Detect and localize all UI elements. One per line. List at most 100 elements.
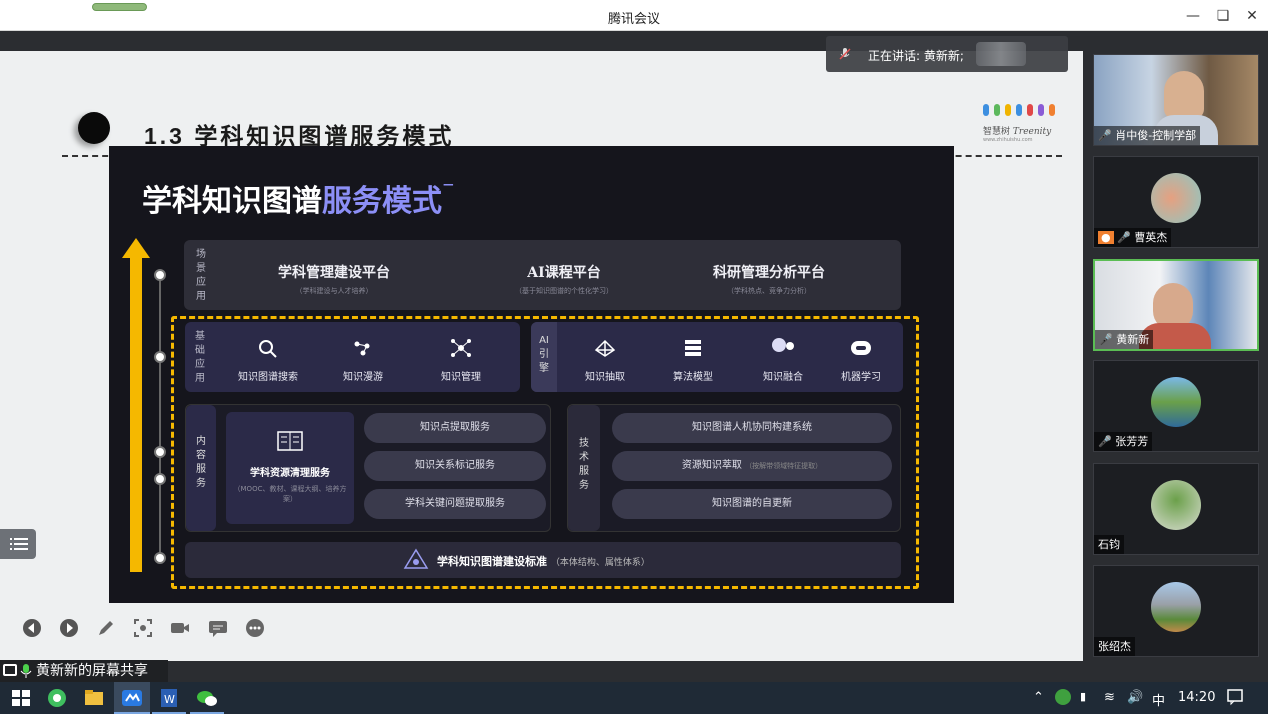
content-pill-2: 知识关系标记服务	[364, 451, 546, 481]
content-service-panel: 内容服务 学科资源清理服务 （MOOC、教材、课程大纲、培养方案） 知识点提取服…	[185, 404, 551, 532]
taskbar: W ⌃ ▮ ≋ 🔊 中 14:20	[0, 682, 1268, 714]
scenario-title-3: 科研管理分析平台	[713, 265, 825, 281]
minimize-button[interactable]: —	[1183, 6, 1203, 26]
extract-icon	[594, 339, 616, 357]
participant-tile[interactable]: 🎤 肖中俊-控制学部	[1093, 54, 1259, 146]
clock[interactable]: 14:20	[1178, 690, 1215, 705]
scenario-sub-2: （基于知识图谱的个性化学习）	[515, 287, 613, 295]
restore-button[interactable]: ❏	[1213, 6, 1233, 26]
wechat-icon[interactable]	[194, 686, 220, 710]
scenario-label: 场景应用	[196, 249, 206, 302]
scenario-title-2: AI课程平台	[527, 265, 601, 281]
more-icon[interactable]	[245, 618, 265, 638]
avatar	[1151, 173, 1201, 223]
diagram-title: 学科知识图谱服务模式⁻	[142, 174, 455, 219]
participant-tile-active[interactable]: 🎤 黄新新	[1093, 259, 1259, 351]
next-slide-icon[interactable]	[59, 618, 79, 638]
tech-label: 技术服务	[579, 438, 589, 491]
model-icon	[685, 340, 701, 356]
camera-icon[interactable]	[170, 618, 190, 638]
avatar	[1151, 377, 1201, 427]
mic-muted-icon	[839, 48, 851, 60]
list-icon	[10, 538, 28, 550]
pen-icon[interactable]	[96, 618, 116, 638]
participant-tile[interactable]: 张绍杰	[1093, 565, 1259, 657]
content-main-sub: （MOOC、教材、课程大纲、培养方案）	[233, 485, 347, 503]
participant-name: 🎤 黄新新	[1095, 330, 1154, 349]
content-pill-1: 知识点提取服务	[364, 413, 546, 443]
basic-item-3: 知识管理	[441, 372, 481, 383]
standard-title: 学科知识图谱建设标准 （本体结构、属性体系）	[437, 555, 650, 568]
timeline-line	[159, 276, 161, 561]
participant-tile[interactable]: ● 🎤 曹英杰	[1093, 156, 1259, 248]
screen-share-label: 黄新新的屏幕共享	[0, 660, 168, 682]
show-hidden-icons[interactable]: ⌃	[1033, 690, 1044, 705]
participant-name: ● 🎤 曹英杰	[1094, 228, 1172, 247]
ai-engine-label: AI引擎	[539, 335, 549, 374]
participant-name: 石钧	[1094, 535, 1124, 554]
ai-engine-panel: AI引擎 知识抽取 算法模型 知识融合 机器学习	[531, 322, 903, 392]
tray-app-icon[interactable]	[1055, 689, 1071, 705]
tech-pill-1: 知识图谱人机协同构建系统	[612, 413, 892, 443]
close-button[interactable]: ✕	[1242, 6, 1262, 26]
participant-tile[interactable]: 石钧	[1093, 463, 1259, 555]
tencent-meeting-icon[interactable]	[119, 686, 145, 710]
logo-dots	[983, 101, 1071, 120]
standard-bar: 学科知识图谱建设标准 （本体结构、属性体系）	[185, 542, 901, 578]
content-label: 内容服务	[196, 436, 206, 489]
avatar	[1151, 480, 1201, 530]
ai-item-3: 知识融合	[763, 372, 803, 383]
mic-icon: 🎤	[1099, 333, 1113, 346]
slide-bullet-dot	[78, 112, 110, 144]
search-icon	[259, 340, 277, 358]
basic-item-2: 知识漫游	[343, 372, 383, 383]
notification-icon[interactable]	[1226, 688, 1244, 706]
timeline-dot	[154, 351, 166, 363]
blurred-name	[976, 42, 1026, 66]
timeline-dot	[154, 473, 166, 485]
share-label-text: 黄新新的屏幕共享	[36, 663, 148, 679]
slide-menu-button[interactable]	[0, 529, 36, 559]
ai-item-2: 算法模型	[673, 372, 713, 383]
up-arrow-head	[122, 238, 150, 258]
word-icon[interactable]: W	[156, 686, 182, 710]
machine-learning-icon	[851, 341, 871, 355]
screenshot-icon[interactable]	[133, 618, 153, 638]
scenario-title-1: 学科管理建设平台	[278, 265, 390, 281]
ime-indicator[interactable]: 中	[1152, 690, 1165, 709]
basic-apps-panel: 基础应用 知识图谱搜索 知识漫游 知识管理	[185, 322, 520, 392]
basic-item-1: 知识图谱搜索	[238, 372, 298, 383]
mic-muted-icon: 🎤	[1117, 231, 1131, 244]
logo-url: www.zhihuishu.com	[983, 137, 1033, 143]
timeline-dot	[154, 269, 166, 281]
window-title: 腾讯会议	[607, 12, 660, 27]
prev-slide-icon[interactable]	[22, 618, 42, 638]
chat-icon[interactable]	[208, 618, 228, 638]
resource-cleaning-card: 学科资源清理服务 （MOOC、教材、课程大纲、培养方案）	[226, 412, 354, 524]
scenario-sub-3: （学科热点、竞争力分析）	[727, 287, 811, 295]
mic-icon	[20, 664, 32, 678]
standard-icon	[403, 548, 429, 569]
participant-name: 🎤 张芳芳	[1094, 432, 1153, 451]
folder-icon[interactable]	[81, 686, 107, 710]
roam-icon	[354, 341, 370, 356]
network-icon	[451, 339, 471, 357]
up-arrow-shaft	[130, 256, 142, 572]
battery-icon[interactable]: ▮	[1080, 690, 1086, 703]
timeline-dot	[154, 446, 166, 458]
speaking-text: 正在讲话: 黄新新;	[868, 49, 964, 63]
browser-icon[interactable]	[44, 686, 70, 710]
participant-name: 🎤 肖中俊-控制学部	[1094, 126, 1201, 145]
tech-pill-2: 资源知识萃取 （按解带领域特征提取）	[612, 451, 892, 481]
tech-service-panel: 技术服务 知识图谱人机协同构建系统 资源知识萃取 （按解带领域特征提取） 知识图…	[567, 404, 901, 532]
zhihuishu-logo: 智慧树 Treenity www.zhihuishu.com	[983, 101, 1071, 147]
participant-name: 张绍杰	[1094, 637, 1135, 656]
volume-icon[interactable]: 🔊	[1127, 690, 1143, 705]
basic-label: 基础应用	[195, 331, 205, 384]
participant-tile[interactable]: 🎤 张芳芳	[1093, 360, 1259, 452]
windows-start-icon[interactable]	[8, 686, 34, 710]
wifi-icon[interactable]: ≋	[1104, 690, 1115, 705]
timeline-dot	[154, 552, 166, 564]
participant-list: 🎤 肖中俊-控制学部 ● 🎤 曹英杰 🎤 黄新新 🎤 张芳芳 石钧 张绍杰	[1083, 31, 1268, 682]
logo-text: 智慧树 Treenity	[983, 127, 1052, 137]
